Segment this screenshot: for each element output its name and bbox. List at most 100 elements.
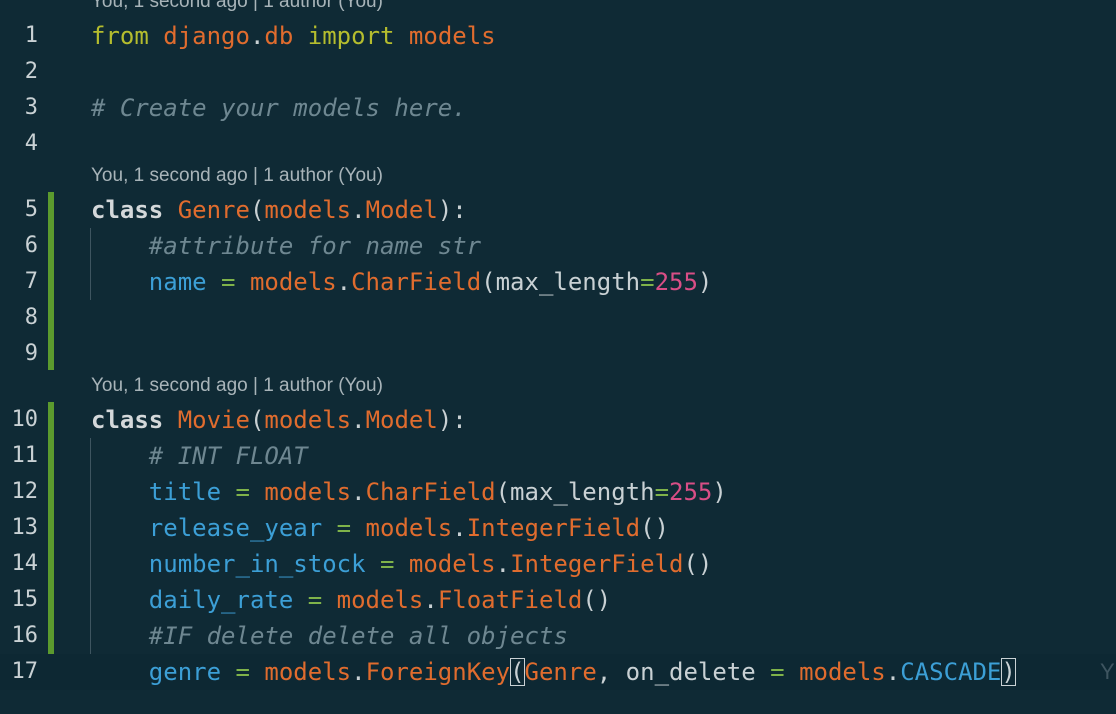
code-token: = — [221, 268, 236, 296]
code-token: models — [264, 196, 352, 224]
codelens-blame-top[interactable]: You, 1 second ago | 1 author (You) — [91, 0, 383, 14]
inline-blame-ghost: Y — [1100, 659, 1115, 684]
code-token: = — [235, 658, 250, 686]
code-token: Movie — [177, 406, 250, 434]
code-line[interactable]: 7 name = models.CharField(max_length=255… — [0, 264, 1116, 300]
matched-bracket: ) — [1001, 658, 1016, 686]
codelens-blame-movie[interactable]: You, 1 second ago | 1 author (You) — [91, 374, 383, 398]
line-number[interactable]: 3 — [0, 90, 38, 126]
code-token: 255 — [669, 478, 713, 506]
code-line[interactable]: 17 genre = models.ForeignKey(Genre, on_d… — [0, 654, 1116, 690]
code-line[interactable]: 6 #attribute for name str — [0, 228, 1116, 264]
code-token: models — [264, 406, 352, 434]
code-token: #IF delete delete all objects — [148, 622, 568, 650]
line-number[interactable]: 16 — [0, 618, 39, 654]
code-token: django — [163, 22, 250, 50]
line-number[interactable]: 11 — [0, 438, 39, 474]
line-number[interactable]: 14 — [0, 546, 39, 582]
code-token: ): — [437, 406, 467, 434]
code-line[interactable]: 15 daily_rate = models.FloatField() — [0, 582, 1116, 618]
code-editor[interactable]: You, 1 second ago | 1 author (You) You, … — [0, 0, 1116, 714]
code-token: ) — [697, 268, 713, 296]
line-number[interactable]: 1 — [0, 18, 38, 54]
code-token: () — [640, 514, 669, 542]
line-number[interactable]: 13 — [0, 510, 39, 546]
line-number[interactable]: 10 — [0, 402, 39, 438]
code-token: models — [249, 268, 337, 296]
code-token: ( — [249, 196, 265, 224]
code-token: Model — [365, 196, 438, 224]
line-number[interactable]: 9 — [0, 336, 38, 372]
code-token: . — [351, 196, 366, 224]
code-line[interactable]: 1 from django.db import models — [0, 18, 1116, 54]
code-token: . — [495, 550, 511, 578]
code-token: release_year — [148, 514, 323, 542]
code-token: class — [91, 196, 164, 224]
code-token: daily_rate — [148, 586, 294, 614]
line-code: # Create your models here. — [91, 90, 467, 126]
code-token: = — [235, 478, 250, 506]
code-line[interactable]: 5 class Genre(models.Model): — [0, 192, 1116, 228]
code-token: models — [264, 478, 352, 506]
line-code: from django.db import models — [91, 18, 496, 54]
code-line[interactable]: 3 # Create your models here. — [0, 90, 1116, 126]
code-token: , on_delete — [596, 658, 771, 686]
code-token: title — [148, 478, 222, 506]
line-number[interactable]: 8 — [0, 300, 38, 336]
line-number[interactable]: 7 — [0, 264, 38, 300]
line-number[interactable]: 17 — [0, 654, 39, 690]
line-number[interactable]: 6 — [0, 228, 38, 264]
code-token: db — [264, 22, 294, 50]
line-code: #IF delete delete all objects — [91, 618, 568, 654]
code-token: Genre — [524, 658, 597, 686]
line-number[interactable]: 4 — [0, 126, 38, 162]
code-token: ) — [712, 478, 727, 506]
line-number[interactable]: 2 — [0, 54, 38, 90]
code-token: . — [351, 478, 366, 506]
code-token: models — [264, 658, 352, 686]
line-number[interactable]: 5 — [0, 192, 38, 228]
line-code: title = models.CharField(max_length=255) — [91, 474, 727, 510]
code-line[interactable]: 14 number_in_stock = models.IntegerField… — [0, 546, 1116, 582]
line-code: class Movie(models.Model): — [91, 402, 467, 438]
code-line[interactable]: 12 title = models.CharField(max_length=2… — [0, 474, 1116, 510]
code-token: Model — [365, 406, 438, 434]
code-line[interactable]: 10 class Movie(models.Model): — [0, 402, 1116, 438]
line-code: release_year = models.IntegerField() — [91, 510, 669, 546]
code-token: = — [770, 658, 785, 686]
line-code: genre = models.ForeignKey(Genre, on_dele… — [91, 654, 1016, 690]
code-token: . — [249, 22, 265, 50]
code-line[interactable]: 9 — [0, 336, 1116, 372]
code-token: CharField — [351, 268, 482, 296]
code-line[interactable]: 4 — [0, 126, 1116, 162]
line-number[interactable]: 12 — [0, 474, 39, 510]
line-code: class Genre(models.Model): — [91, 192, 467, 228]
code-line[interactable]: 16 #IF delete delete all objects — [0, 618, 1116, 654]
code-token: name — [148, 268, 207, 296]
code-line[interactable]: 13 release_year = models.IntegerField() — [0, 510, 1116, 546]
code-token: class — [91, 406, 164, 434]
code-token: (max_length — [495, 478, 655, 506]
code-token: models — [408, 550, 496, 578]
code-token: models — [336, 586, 424, 614]
code-token: . — [351, 658, 366, 686]
code-line[interactable]: 2 — [0, 54, 1116, 90]
code-line[interactable]: 11 # INT FLOAT — [0, 438, 1116, 474]
codelens-blame-genre[interactable]: You, 1 second ago | 1 author (You) — [91, 164, 383, 188]
code-token: ( — [249, 406, 265, 434]
line-number[interactable]: 15 — [0, 582, 39, 618]
code-line[interactable]: 8 — [0, 300, 1116, 336]
